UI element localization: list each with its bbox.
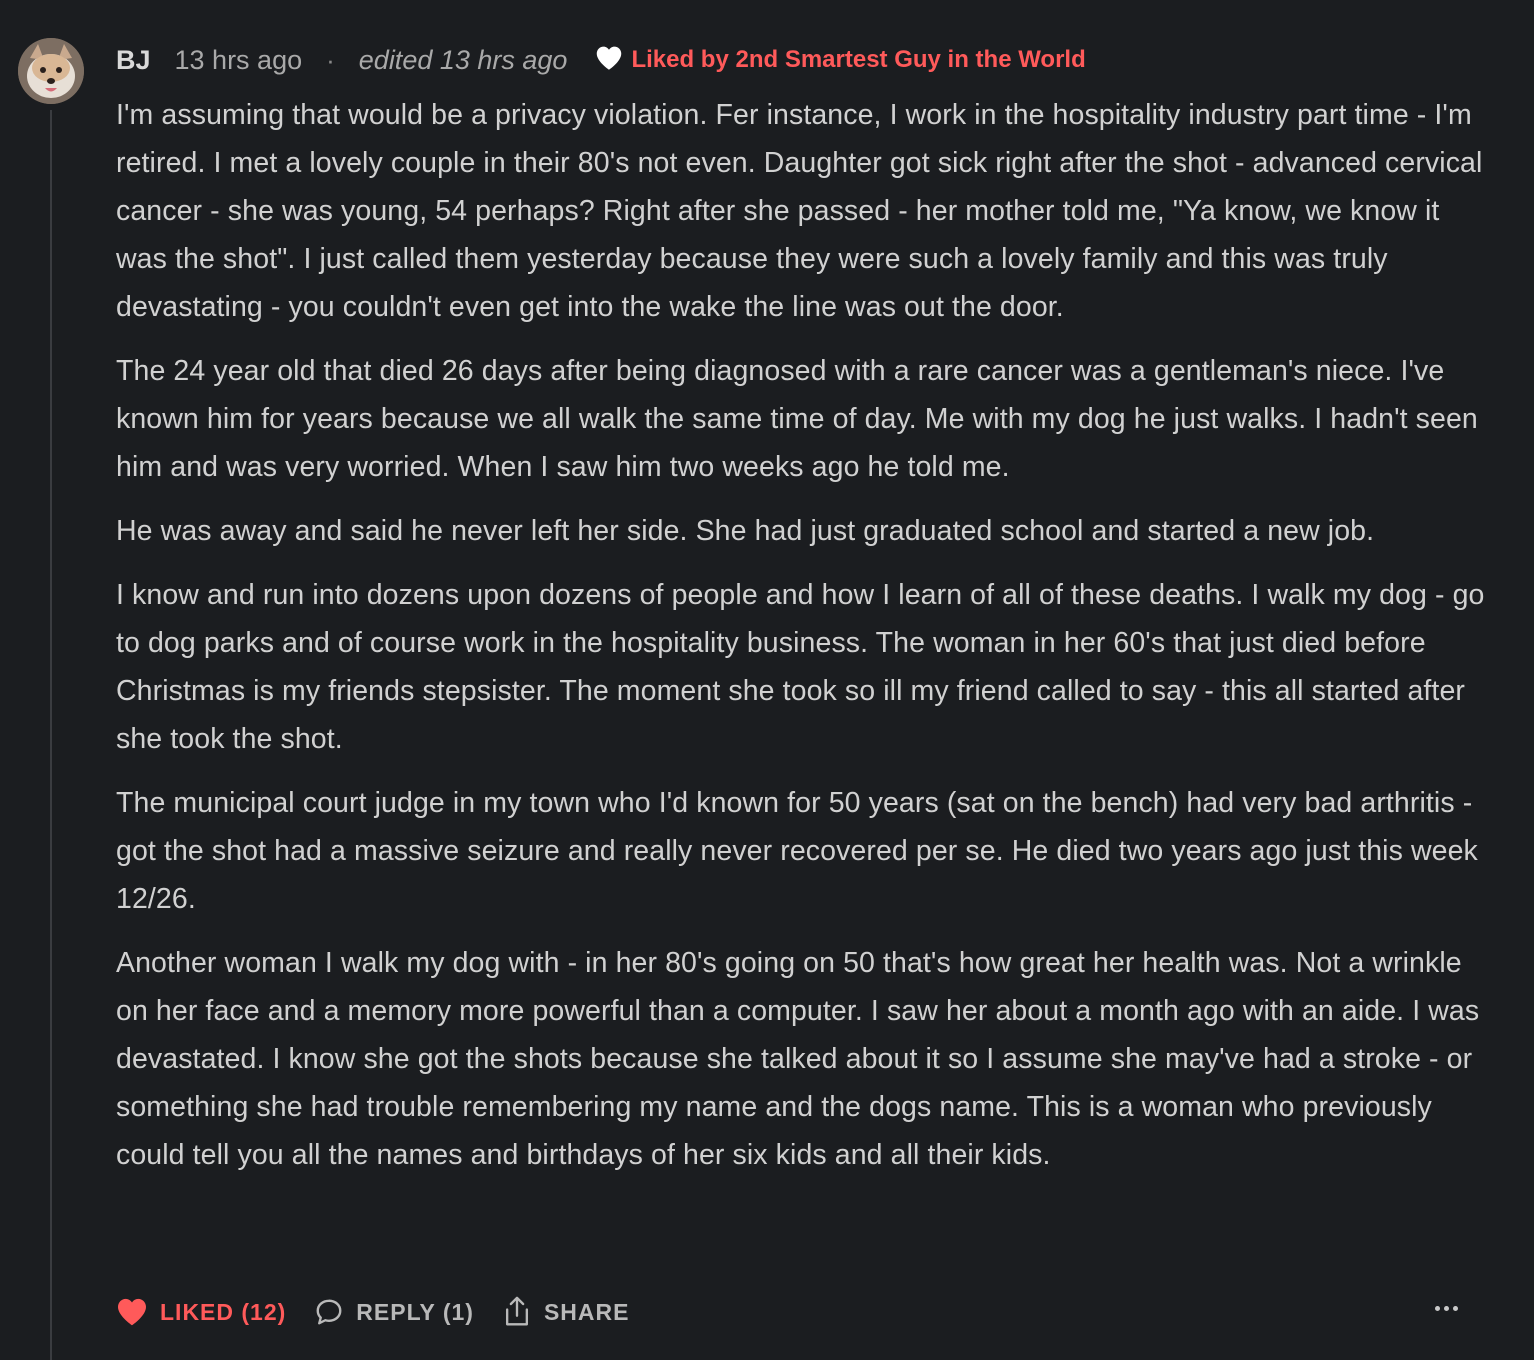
ellipsis-icon [1444, 1306, 1449, 1311]
liked-by-badge: Liked by 2nd Smartest Guy in the World [595, 46, 1086, 74]
comment-actions: LIKED (12) REPLY (1) SHARE [116, 1290, 1476, 1334]
comment-paragraph: I know and run into dozens upon dozens o… [116, 579, 1485, 755]
heart-outline-white-icon [597, 46, 622, 70]
comment-paragraph: Another woman I walk my dog with - in he… [116, 947, 1480, 1171]
comment-header: BJ 13 hrs ago · edited 13 hrs ago Liked … [116, 40, 1086, 80]
speech-bubble-icon [316, 1299, 342, 1325]
comment-paragraph: The 24 year old that died 26 days after … [116, 355, 1478, 483]
ellipsis-icon [1453, 1306, 1458, 1311]
comment-paragraph: He was away and said he never left her s… [116, 515, 1375, 547]
separator-dot: · [326, 44, 335, 75]
comment-paragraph: The municipal court judge in my town who… [116, 787, 1478, 915]
thread-line [50, 110, 52, 1360]
like-button[interactable]: LIKED (12) [116, 1297, 286, 1327]
comment-timestamp[interactable]: 13 hrs ago [175, 45, 303, 76]
share-label: SHARE [543, 1298, 630, 1325]
avatar[interactable] [18, 38, 84, 104]
share-button[interactable]: SHARE [502, 1296, 630, 1328]
comment-body: I'm assuming that would be a privacy vio… [116, 91, 1491, 1195]
heart-filled-icon [118, 1298, 146, 1326]
edited-timestamp: edited 13 hrs ago [358, 44, 568, 75]
like-label: LIKED (12) [160, 1298, 287, 1325]
reply-button[interactable]: REPLY (1) [314, 1297, 474, 1327]
author-name[interactable]: BJ [116, 45, 151, 76]
dog-avatar-icon [18, 38, 84, 104]
reply-label: REPLY (1) [356, 1298, 474, 1325]
liked-by-text: Liked by 2nd Smartest Guy in the World [631, 46, 1086, 73]
ellipsis-icon [1435, 1306, 1440, 1311]
comment-paragraph: I'm assuming that would be a privacy vio… [116, 99, 1483, 323]
share-icon [505, 1296, 528, 1326]
more-options-button[interactable] [1431, 1296, 1462, 1321]
